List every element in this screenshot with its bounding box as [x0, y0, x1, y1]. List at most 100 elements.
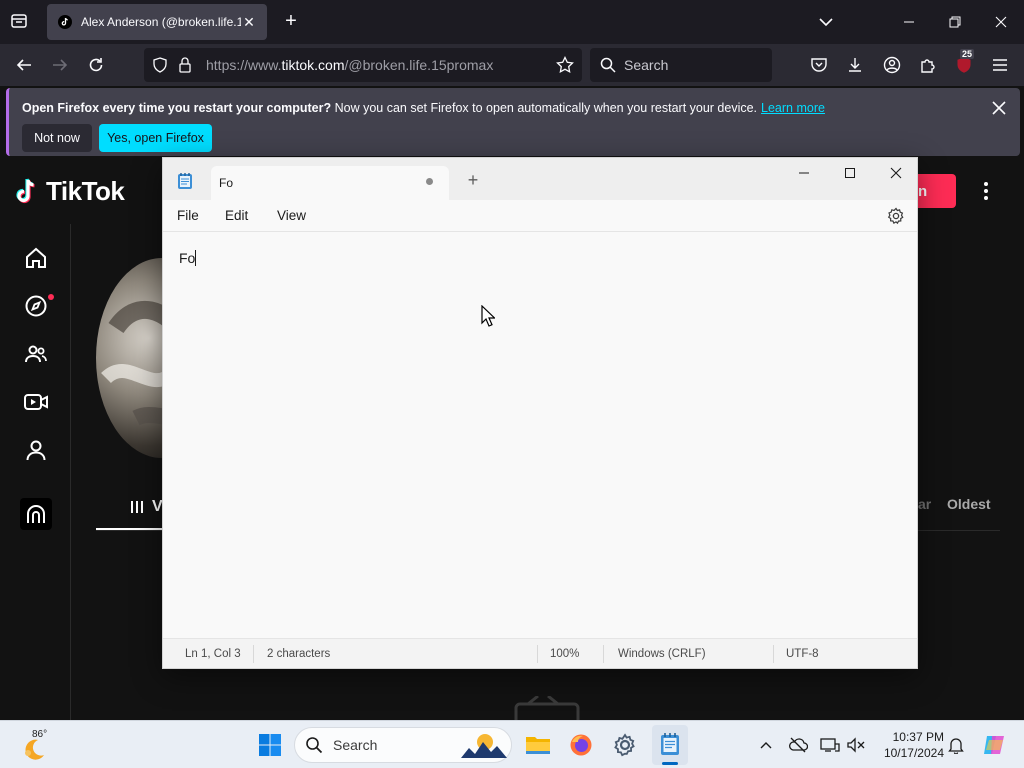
mouse-pointer-icon — [481, 304, 496, 327]
clock-date: 10/17/2024 — [883, 746, 944, 760]
notepad-app-icon — [177, 172, 193, 190]
show-hidden-icons-chevron-icon[interactable] — [756, 735, 776, 755]
search-icon — [306, 737, 323, 754]
status-separator — [537, 645, 538, 663]
notepad-status-bar: Ln 1, Col 3 2 characters 100% Windows (C… — [163, 638, 917, 668]
notepad-close-button[interactable] — [873, 158, 919, 188]
notification-message: Open Firefox every time you restart your… — [22, 101, 825, 115]
display-network-icon[interactable] — [820, 735, 840, 755]
close-notification-icon[interactable] — [989, 98, 1009, 118]
videos-tab[interactable]: V — [130, 498, 163, 516]
file-explorer-icon[interactable] — [522, 729, 554, 761]
windows-taskbar: 86° Search 10:37 PM 10/17/2024 — [0, 720, 1024, 768]
tiktok-note-icon — [16, 178, 35, 203]
notepad-document-tab[interactable]: Fo — [211, 166, 449, 200]
status-cursor-position: Ln 1, Col 3 — [185, 648, 241, 660]
tiktok-favicon-icon — [57, 14, 73, 30]
yes-open-firefox-button[interactable]: Yes, open Firefox — [99, 124, 212, 152]
notepad-titlebar[interactable]: Fo + — [163, 158, 917, 200]
following-icon[interactable] — [20, 338, 52, 370]
minimize-window-button[interactable] — [886, 0, 932, 44]
browser-tab-strip: Alex Anderson (@broken.life.15 ✕ + — [0, 0, 1024, 44]
sort-oldest-button[interactable]: Oldest — [947, 496, 991, 512]
address-bar[interactable]: https://www.tiktok.com/@broken.life.15pr… — [144, 48, 582, 82]
taskbar-search-label: Search — [333, 737, 378, 753]
shield-icon[interactable] — [152, 57, 168, 73]
browser-navigation-bar: https://www.tiktok.com/@broken.life.15pr… — [0, 44, 1024, 86]
unsaved-changes-dot[interactable] — [426, 178, 433, 185]
explore-icon[interactable] — [20, 290, 52, 322]
back-arrow-icon[interactable] — [11, 52, 37, 78]
notification-bell-icon[interactable] — [946, 735, 966, 755]
pocket-icon[interactable] — [806, 52, 832, 78]
windows-start-icon[interactable] — [254, 729, 286, 761]
new-document-tab-button[interactable]: + — [463, 170, 483, 190]
tiktok-logo[interactable]: TikTok — [14, 176, 125, 207]
account-icon[interactable] — [879, 52, 905, 78]
search-placeholder: Search — [624, 57, 669, 73]
search-highlight-landscape-icon — [461, 732, 507, 758]
status-line-ending[interactable]: Windows (CRLF) — [618, 648, 706, 660]
chevron-down-icon[interactable] — [816, 12, 836, 32]
notification-dot — [48, 294, 54, 300]
not-now-button[interactable]: Not now — [22, 124, 92, 152]
extensions-puzzle-icon[interactable] — [915, 52, 941, 78]
extension-badge: 25 — [960, 49, 975, 59]
more-options-icon[interactable] — [976, 178, 996, 204]
document-content[interactable]: Fo — [179, 250, 197, 266]
menu-edit[interactable]: Edit — [225, 208, 248, 223]
live-icon[interactable] — [20, 386, 52, 418]
hamburger-menu-icon[interactable] — [987, 52, 1013, 78]
firefox-default-startup-notification: Open Firefox every time you restart your… — [6, 88, 1020, 156]
document-tab-title: Fo — [219, 176, 234, 190]
more-icon[interactable] — [20, 498, 52, 530]
home-icon[interactable] — [20, 242, 52, 274]
reload-icon[interactable] — [83, 52, 109, 78]
settings-gear-icon[interactable] — [887, 207, 905, 225]
status-separator — [773, 645, 774, 663]
settings-gear-taskbar-icon[interactable] — [609, 729, 641, 761]
menu-file[interactable]: File — [177, 208, 199, 223]
close-tab-icon[interactable]: ✕ — [241, 14, 257, 31]
login-button[interactable]: n — [916, 174, 956, 208]
weather-widget[interactable]: 86° — [20, 727, 60, 763]
firefox-taskbar-icon[interactable] — [565, 729, 597, 761]
notepad-minimize-button[interactable] — [781, 158, 827, 188]
sort-popular-button[interactable]: ar — [918, 496, 931, 512]
cloud-offline-icon[interactable] — [788, 735, 808, 755]
bookmark-star-icon[interactable] — [556, 56, 574, 74]
new-tab-button[interactable]: + — [280, 10, 302, 32]
url-text[interactable]: https://www.tiktok.com/@broken.life.15pr… — [206, 57, 493, 73]
text-caret — [195, 250, 197, 266]
notepad-taskbar-button[interactable] — [652, 725, 688, 765]
status-zoom[interactable]: 100% — [550, 648, 579, 660]
search-bar[interactable]: Search — [590, 48, 772, 82]
status-character-count: 2 characters — [267, 648, 331, 660]
notepad-maximize-button[interactable] — [827, 158, 873, 188]
search-icon — [600, 57, 616, 73]
profile-icon[interactable] — [20, 434, 52, 466]
status-separator — [603, 645, 604, 663]
taskbar-clock[interactable]: 10:37 PM 10/17/2024 — [870, 729, 944, 761]
browser-tab-tiktok[interactable]: Alex Anderson (@broken.life.15 ✕ — [47, 4, 267, 40]
taskbar-search-box[interactable]: Search — [294, 727, 512, 763]
lock-icon[interactable] — [178, 56, 192, 74]
volume-muted-icon[interactable] — [846, 735, 866, 755]
copilot-icon[interactable] — [978, 729, 1010, 761]
clock-time: 10:37 PM — [892, 730, 944, 744]
close-window-button[interactable] — [978, 0, 1024, 44]
notepad-text-area[interactable]: Fo — [163, 232, 917, 638]
status-encoding[interactable]: UTF-8 — [786, 648, 819, 660]
notepad-menu-bar: File Edit View — [163, 200, 917, 232]
sidebar-divider — [70, 224, 71, 720]
learn-more-link[interactable]: Learn more — [761, 101, 825, 115]
tiktok-logo-text: TikTok — [46, 176, 125, 206]
forward-arrow-icon[interactable] — [47, 52, 73, 78]
moon-weather-icon — [25, 739, 44, 760]
menu-view[interactable]: View — [277, 208, 306, 223]
firefox-view-icon[interactable] — [8, 10, 30, 32]
notepad-window: Fo + File Edit View Fo Ln 1, Col 3 2 cha… — [162, 157, 918, 669]
restore-window-button[interactable] — [932, 0, 978, 44]
browser-tab-title: Alex Anderson (@broken.life.15 — [81, 15, 241, 29]
download-icon[interactable] — [842, 52, 868, 78]
